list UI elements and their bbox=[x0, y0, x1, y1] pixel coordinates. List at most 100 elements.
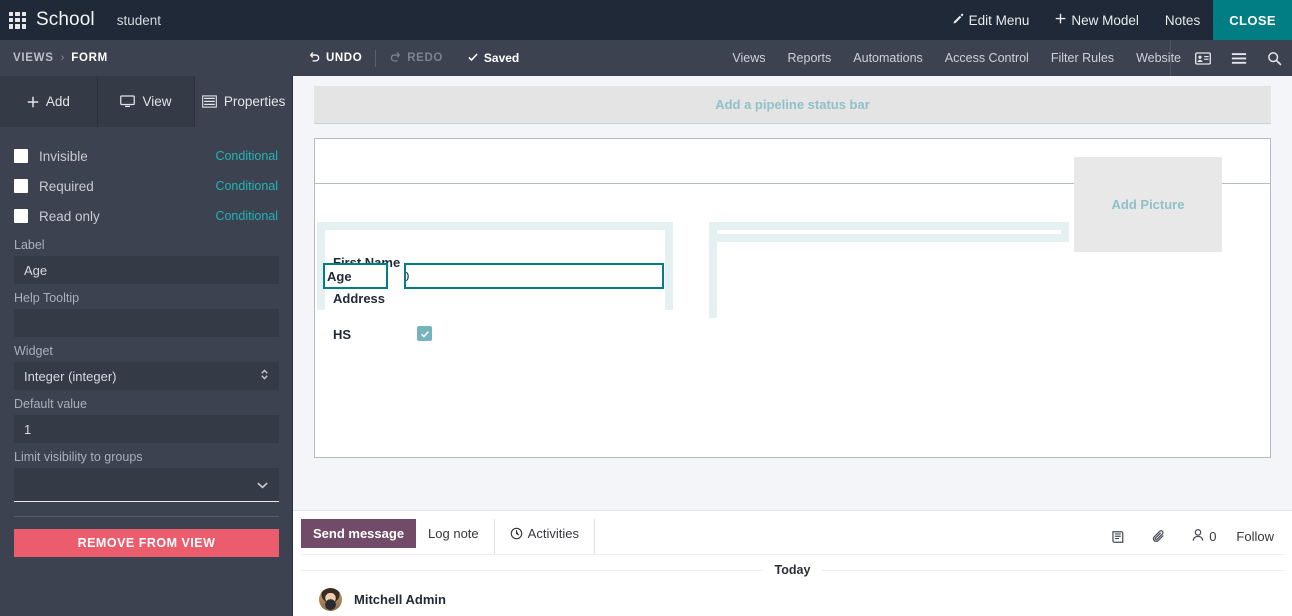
limit-groups-label: Limit visibility to groups bbox=[14, 450, 143, 464]
sidebar-tab-add[interactable]: Add bbox=[0, 76, 98, 127]
toolbar-divider bbox=[375, 49, 377, 67]
field-row-age-selected[interactable]: Age 0 bbox=[323, 263, 664, 289]
breadcrumb-record[interactable]: student bbox=[117, 13, 161, 28]
required-conditional-link[interactable]: Conditional bbox=[215, 179, 278, 193]
age-input[interactable]: 0 bbox=[404, 263, 664, 289]
search-icon[interactable] bbox=[1257, 51, 1292, 66]
studio-sidebar: Add View Properties Invisible Conditiona… bbox=[0, 76, 293, 616]
breadcrumb-form[interactable]: FORM bbox=[71, 52, 108, 64]
message-item: Mitchell Admin bbox=[293, 584, 1292, 611]
saved-label: Saved bbox=[483, 51, 520, 65]
tooltip-field-label: Help Tooltip bbox=[14, 291, 80, 305]
sidebar-tab-view-label: View bbox=[142, 94, 172, 109]
properties-list-icon bbox=[202, 95, 217, 108]
chatter-tabs: Send message Log note Activities 0 Follo… bbox=[293, 511, 1292, 554]
sidebar-tab-properties[interactable]: Properties bbox=[195, 76, 293, 127]
notes-button[interactable]: Notes bbox=[1152, 0, 1213, 40]
studio-menu-reports[interactable]: Reports bbox=[777, 51, 843, 65]
sidebar-properties-panel: Invisible Conditional Required Condition… bbox=[0, 127, 292, 557]
monitor-icon bbox=[120, 95, 136, 108]
redo-button[interactable]: REDO bbox=[389, 50, 443, 66]
follow-button[interactable]: Follow bbox=[1228, 529, 1282, 544]
widget-select[interactable] bbox=[14, 362, 279, 390]
app-brand-name[interactable]: School bbox=[36, 9, 95, 31]
field-group-inner: First Name Address HS bbox=[325, 230, 665, 352]
log-note-tab[interactable]: Log note bbox=[416, 519, 491, 548]
chatter-panel: Send message Log note Activities 0 Follo… bbox=[293, 510, 1292, 616]
studio-menu: Views Reports Automations Access Control… bbox=[721, 51, 1192, 65]
invisible-conditional-link[interactable]: Conditional bbox=[215, 149, 278, 163]
add-picture-dropzone[interactable]: Add Picture bbox=[1074, 157, 1222, 252]
new-model-label: New Model bbox=[1071, 12, 1139, 28]
plus-icon bbox=[27, 96, 39, 108]
followers-count: 0 bbox=[1209, 529, 1217, 544]
studio-editor-window: School student Edit Menu New Model Notes… bbox=[0, 0, 1292, 616]
activities-label: Activities bbox=[527, 526, 579, 541]
activities-tab[interactable]: Activities bbox=[498, 519, 591, 548]
age-value: 0 bbox=[406, 269, 409, 284]
studio-toolbar: VIEWS › FORM UNDO REDO Saved Views Repor… bbox=[0, 40, 1292, 76]
readonly-row: Read only Conditional bbox=[14, 201, 278, 231]
required-row: Required Conditional bbox=[14, 171, 278, 201]
plus-icon bbox=[1055, 13, 1066, 27]
date-separator: Today bbox=[301, 554, 1284, 584]
undo-button[interactable]: UNDO bbox=[308, 50, 362, 66]
studio-menu-access-control[interactable]: Access Control bbox=[934, 51, 1040, 65]
address-label: Address bbox=[333, 290, 386, 306]
invisible-label: Invisible bbox=[39, 148, 88, 164]
limit-groups-select[interactable] bbox=[14, 468, 279, 502]
close-studio-button[interactable]: CLOSE bbox=[1213, 0, 1292, 40]
widget-field-label: Widget bbox=[14, 344, 53, 358]
widget-select-wrapper bbox=[14, 362, 279, 390]
breadcrumb-views[interactable]: VIEWS bbox=[13, 52, 54, 64]
remove-from-view-button[interactable]: REMOVE FROM VIEW bbox=[14, 529, 279, 557]
invisible-checkbox[interactable] bbox=[14, 149, 28, 163]
new-model-button[interactable]: New Model bbox=[1042, 0, 1152, 40]
help-tooltip-input[interactable] bbox=[14, 309, 279, 337]
studio-menu-views[interactable]: Views bbox=[721, 51, 776, 65]
required-checkbox[interactable] bbox=[14, 179, 28, 193]
pencil-icon bbox=[952, 13, 964, 28]
edit-menu-button[interactable]: Edit Menu bbox=[939, 0, 1043, 40]
studio-menu-filter-rules[interactable]: Filter Rules bbox=[1040, 51, 1125, 65]
contact-card-icon[interactable] bbox=[1185, 51, 1221, 65]
knowledge-book-icon[interactable] bbox=[1099, 530, 1139, 544]
sidebar-tab-properties-label: Properties bbox=[223, 94, 286, 109]
label-field-label: Label bbox=[14, 238, 45, 252]
list-view-icon[interactable] bbox=[1221, 52, 1257, 65]
check-icon bbox=[467, 51, 484, 66]
readonly-checkbox[interactable] bbox=[14, 209, 28, 223]
hs-checkbox[interactable] bbox=[417, 326, 432, 342]
limit-groups-wrapper bbox=[14, 468, 279, 502]
top-navbar: School student Edit Menu New Model Notes… bbox=[0, 0, 1292, 40]
sidebar-tab-add-label: Add bbox=[45, 94, 70, 109]
undo-arrow-icon bbox=[308, 50, 326, 66]
hs-label: HS bbox=[333, 326, 352, 342]
readonly-label: Read only bbox=[39, 208, 100, 224]
redo-arrow-icon bbox=[389, 50, 407, 66]
readonly-conditional-link[interactable]: Conditional bbox=[215, 209, 278, 223]
studio-menu-automations[interactable]: Automations bbox=[842, 51, 933, 65]
form-canvas: Add a pipeline status bar Add Picture Fi… bbox=[293, 76, 1292, 510]
followers-button[interactable]: 0 bbox=[1179, 528, 1228, 545]
sidebar-divider bbox=[14, 516, 279, 517]
chatter-tab-divider-right bbox=[593, 519, 595, 554]
right-column-dropzone[interactable] bbox=[709, 222, 1069, 242]
sidebar-tab-view[interactable]: View bbox=[98, 76, 196, 127]
apps-grid-icon[interactable] bbox=[9, 11, 26, 29]
saved-status: Saved bbox=[467, 51, 519, 66]
message-author: Mitchell Admin bbox=[354, 592, 446, 607]
form-sheet: Add Picture First Name Address HS Age bbox=[314, 138, 1271, 458]
age-label[interactable]: Age bbox=[323, 263, 388, 289]
avatar bbox=[319, 588, 342, 611]
label-input[interactable] bbox=[14, 256, 279, 284]
send-message-tab[interactable]: Send message bbox=[301, 519, 417, 548]
add-pipeline-status-bar-dropzone[interactable]: Add a pipeline status bar bbox=[314, 86, 1271, 124]
attachment-paperclip-icon[interactable] bbox=[1139, 529, 1179, 545]
default-value-input[interactable] bbox=[14, 415, 279, 443]
required-label: Required bbox=[39, 178, 94, 194]
field-row-hs[interactable]: HS bbox=[333, 316, 657, 352]
person-icon bbox=[1191, 528, 1205, 545]
toolbar-icon-divider bbox=[1170, 40, 1171, 76]
chatter-actions: 0 Follow bbox=[1099, 519, 1292, 554]
